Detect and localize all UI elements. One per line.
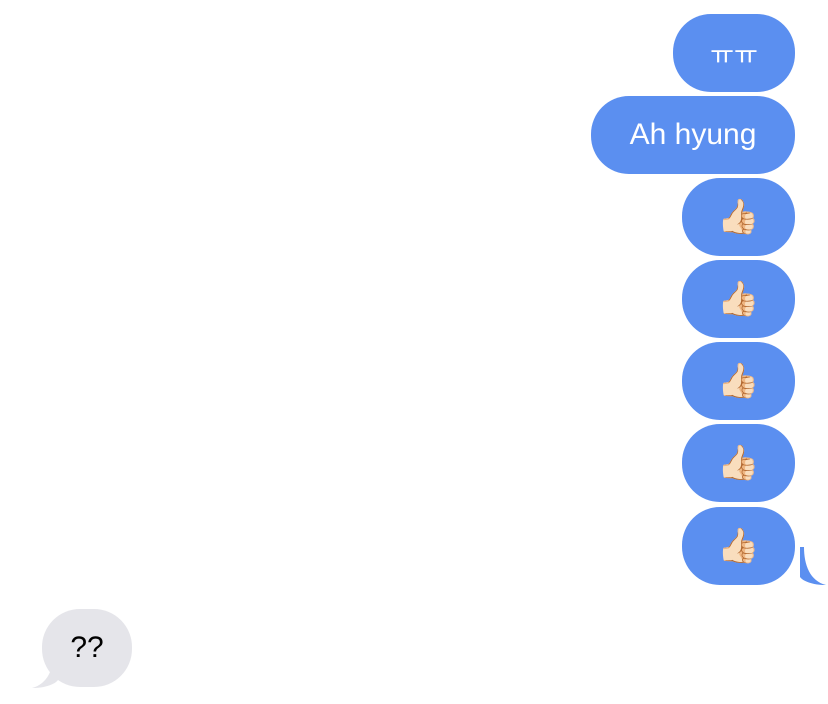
message-text: Ah hyung (629, 118, 757, 151)
thumbs-up-icon: 👍🏻 (717, 198, 760, 236)
thumbs-up-icon: 👍🏻 (717, 280, 760, 318)
sent-message-bubble[interactable]: Ah hyung (591, 96, 795, 174)
sent-message-bubble[interactable]: 👍🏻 (682, 507, 795, 585)
sent-message-bubble[interactable]: 👍🏻 (682, 424, 795, 502)
received-bubble-tail-icon (32, 650, 58, 688)
sent-bubble-tail-icon (800, 547, 826, 585)
message-text: ?? (70, 631, 104, 664)
message-text: ㅠㅠ (710, 39, 758, 70)
thumbs-up-icon: 👍🏻 (717, 527, 760, 565)
sent-message-bubble[interactable]: 👍🏻 (682, 178, 795, 256)
sent-message-bubble[interactable]: 👍🏻 (682, 342, 795, 420)
thumbs-up-icon: 👍🏻 (717, 362, 760, 400)
sent-message-bubble[interactable]: 👍🏻 (682, 260, 795, 338)
thumbs-up-icon: 👍🏻 (717, 444, 760, 482)
sent-message-bubble[interactable]: ㅠㅠ (673, 14, 795, 92)
